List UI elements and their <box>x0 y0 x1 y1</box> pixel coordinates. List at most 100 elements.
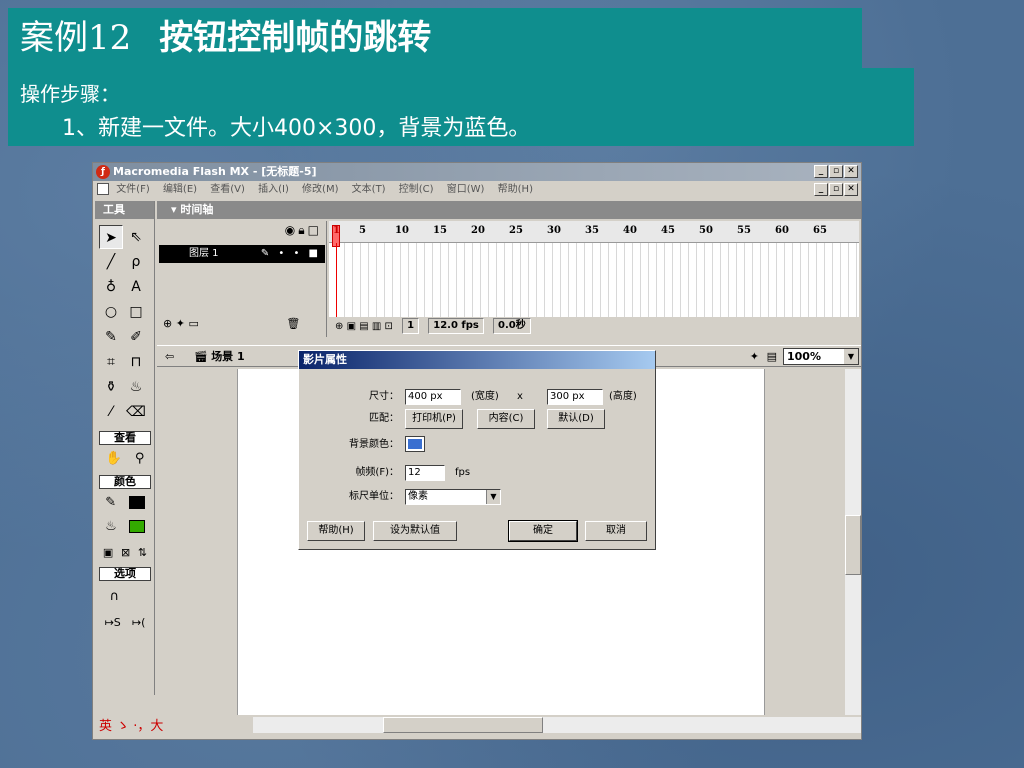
layer-row[interactable]: 图层 1 ✎ • • ■ <box>159 245 325 263</box>
scene-name[interactable]: 场景 1 <box>211 350 244 363</box>
layer-name: 图层 1 <box>189 248 219 259</box>
fill-bucket-icon: ♨ <box>105 518 117 534</box>
free-transform-tool-icon[interactable]: ⌗ <box>99 350 123 374</box>
edit-multiple-icon[interactable]: ▥ <box>372 321 381 332</box>
back-arrow-icon[interactable]: ⇦ <box>165 350 174 363</box>
edit-scene-icon[interactable]: ▤ <box>767 346 777 368</box>
width-input[interactable]: 400 px <box>405 389 461 405</box>
bgcolor-swatch[interactable] <box>405 436 425 452</box>
onion-skin-icon[interactable]: ▣ <box>347 321 356 332</box>
swap-colors-icon[interactable]: ⇅ <box>138 546 147 559</box>
menu-insert[interactable]: 插入(I) <box>258 181 289 199</box>
color-options-row: ▣ ⊠ ⇅ <box>99 541 151 563</box>
default-button[interactable]: 默认(D) <box>547 409 605 429</box>
bgcolor-fill <box>408 439 422 449</box>
frames-grid[interactable]: 1 5 10 15 20 25 30 35 40 45 50 55 60 65 <box>329 221 859 317</box>
add-folder-icon[interactable]: ▭ <box>188 317 198 330</box>
title-number: 案例12 <box>20 18 132 58</box>
menu-control[interactable]: 控制(C) <box>399 181 434 199</box>
scene-clapper-icon: 🎬︎ <box>193 350 208 363</box>
edit-symbol-icon[interactable]: ✦ <box>750 346 759 368</box>
elapsed-time: 0.0秒 <box>493 318 531 334</box>
ime-toolbar[interactable]: 英 ゝ ·，大 <box>95 717 251 737</box>
add-guide-icon[interactable]: ✦ <box>176 317 185 330</box>
horizontal-scrollbar[interactable] <box>253 717 861 733</box>
frame-num-60: 60 <box>775 225 789 236</box>
chevron-down-icon: ▼ <box>486 490 500 504</box>
lock-icon[interactable]: 🔒︎ <box>298 223 307 237</box>
pen-tool-icon[interactable]: ♁ <box>99 275 123 299</box>
menu-file[interactable]: 文件(F) <box>116 181 150 199</box>
size-label: 尺寸： <box>369 391 399 402</box>
eraser-tool-icon[interactable]: ⌫ <box>124 400 148 424</box>
doc-close-button[interactable]: ✕ <box>844 183 858 196</box>
zoom-value: 100% <box>787 350 821 363</box>
default-colors-icon[interactable]: ▣ <box>103 546 113 559</box>
text-tool-icon[interactable]: A <box>124 275 148 299</box>
outline-icon[interactable]: □ <box>308 223 322 237</box>
doc-minimize-button[interactable]: _ <box>814 183 828 196</box>
frame-num-45: 45 <box>661 225 675 236</box>
paint-bucket-tool-icon[interactable]: ♨ <box>124 375 148 399</box>
document-controls: _ ▫ ✕ <box>814 183 858 196</box>
menu-view[interactable]: 查看(V) <box>210 181 245 199</box>
ruler-units-value: 像素 <box>408 491 428 502</box>
zoom-tool-icon[interactable]: ⚲ <box>135 451 145 466</box>
onion-outline-icon[interactable]: ▤ <box>359 321 368 332</box>
options-section-label: 选项 <box>99 567 151 581</box>
match-label: 匹配： <box>369 413 399 424</box>
menu-text[interactable]: 文本(T) <box>352 181 386 199</box>
view-section-label: 查看 <box>99 431 151 445</box>
onion-markers-icon[interactable]: ⊡ <box>385 321 393 332</box>
vertical-scroll-thumb[interactable] <box>845 515 861 575</box>
stroke-pencil-icon: ✎ <box>105 494 117 510</box>
rectangle-tool-icon[interactable]: □ <box>124 300 148 324</box>
subselect-tool-icon[interactable]: ⇖ <box>124 225 148 249</box>
center-frame-icon[interactable]: ⊕ <box>335 321 343 332</box>
snap-magnet-icon[interactable]: ∩ <box>110 589 120 604</box>
horizontal-scroll-thumb[interactable] <box>383 717 543 733</box>
straighten-icon[interactable]: ↦( <box>132 616 146 629</box>
cancel-button[interactable]: 取消 <box>585 521 647 541</box>
zoom-select[interactable]: 100% ▼ <box>783 348 859 365</box>
vertical-scrollbar[interactable] <box>845 369 861 715</box>
line-tool-icon[interactable]: ╱ <box>99 250 123 274</box>
ink-bottle-tool-icon[interactable]: ⚱ <box>99 375 123 399</box>
no-color-icon[interactable]: ⊠ <box>121 546 130 559</box>
arrow-tool-icon[interactable]: ➤ <box>99 225 123 249</box>
eye-icon[interactable]: ◉ <box>285 223 298 237</box>
contents-button[interactable]: 内容(C) <box>477 409 535 429</box>
layer-panel: ◉🔒︎□ 图层 1 ✎ • • ■ ⊕ ✦ ▭ 🗑︎ <box>157 221 327 337</box>
pencil-tool-icon[interactable]: ✎ <box>99 325 123 349</box>
stroke-color-swatch[interactable] <box>128 495 145 509</box>
ok-button[interactable]: 确定 <box>508 520 578 542</box>
restore-button[interactable]: ▫ <box>829 165 843 178</box>
menu-window[interactable]: 窗口(W) <box>447 181 485 199</box>
framerate-input[interactable]: 12 <box>405 465 445 481</box>
fill-color-swatch[interactable] <box>128 519 145 533</box>
fill-transform-tool-icon[interactable]: ⊓ <box>124 350 148 374</box>
add-layer-icon[interactable]: ⊕ <box>163 317 172 330</box>
delete-layer-icon[interactable]: 🗑︎ <box>286 317 300 330</box>
oval-tool-icon[interactable]: ○ <box>99 300 123 324</box>
brush-tool-icon[interactable]: ✐ <box>124 325 148 349</box>
ruler-units-select[interactable]: 像素 ▼ <box>405 489 501 505</box>
smooth-icon[interactable]: ↦S <box>105 616 121 629</box>
fill-color-row: ♨ <box>99 515 151 537</box>
menu-edit[interactable]: 编辑(E) <box>163 181 197 199</box>
movie-properties-dialog: 影片属性 尺寸： 400 px (宽度) x 300 px (高度) 匹配： 打… <box>298 350 656 550</box>
timeline-header[interactable]: ▾ 时间轴 <box>157 201 861 219</box>
minimize-button[interactable]: _ <box>814 165 828 178</box>
help-button[interactable]: 帮助(H) <box>307 521 365 541</box>
lasso-tool-icon[interactable]: ρ <box>124 250 148 274</box>
menu-modify[interactable]: 修改(M) <box>302 181 338 199</box>
hand-tool-icon[interactable]: ✋ <box>106 451 122 466</box>
doc-restore-button[interactable]: ▫ <box>829 183 843 196</box>
frame-rate: 12.0 fps <box>428 318 484 334</box>
height-input[interactable]: 300 px <box>547 389 603 405</box>
printer-button[interactable]: 打印机(P) <box>405 409 463 429</box>
close-button[interactable]: ✕ <box>844 165 858 178</box>
eyedropper-tool-icon[interactable]: ⁄ <box>99 400 123 424</box>
menu-help[interactable]: 帮助(H) <box>498 181 533 199</box>
set-default-button[interactable]: 设为默认值 <box>373 521 457 541</box>
